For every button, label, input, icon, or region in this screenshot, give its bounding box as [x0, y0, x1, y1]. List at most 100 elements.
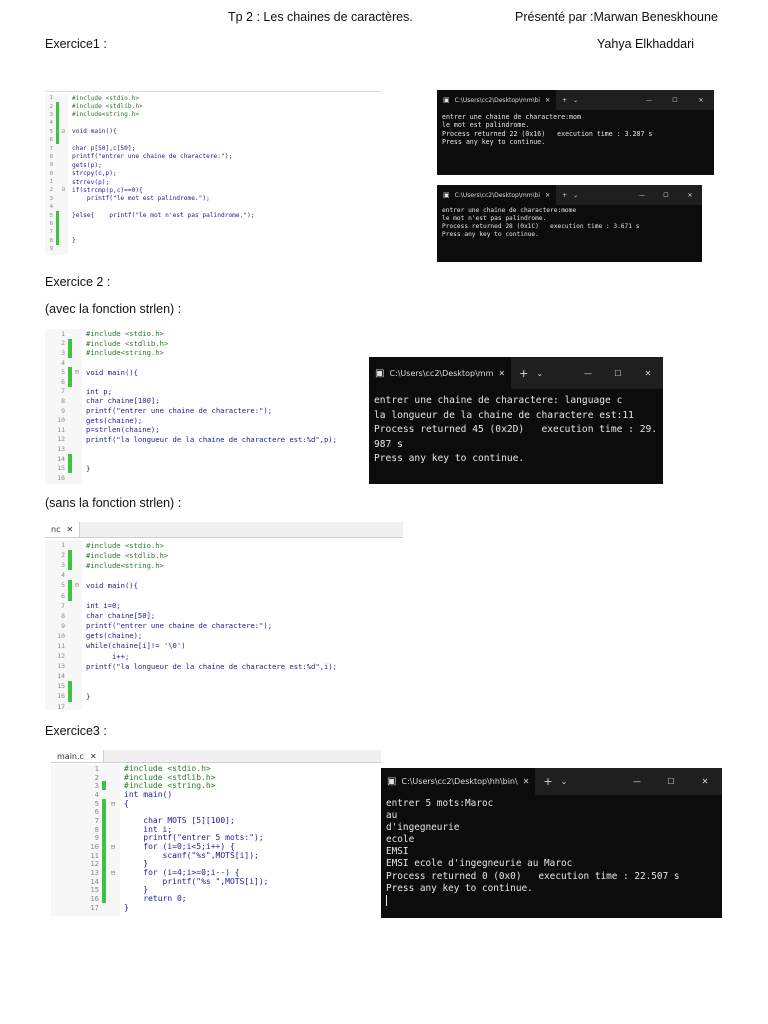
code-line[interactable]: 3 #include <string.h>: [51, 781, 381, 790]
code-line[interactable]: 9 printf("entrer une chaine de charactere…: [45, 621, 403, 631]
fold-toggle-icon[interactable]: ⊟: [106, 799, 120, 808]
minimize-icon[interactable]: —: [630, 192, 654, 199]
code-line[interactable]: 3 #include<string.h>: [45, 110, 381, 120]
code-line[interactable]: 12 }: [51, 859, 381, 868]
code-line[interactable]: 1 #include <stdio.h>: [45, 329, 375, 339]
close-icon[interactable]: ✕: [90, 752, 97, 761]
fold-toggle-icon[interactable]: ⊟: [59, 129, 68, 135]
code-line[interactable]: 7 int i=0;: [45, 601, 403, 611]
fold-toggle-icon[interactable]: ⊟: [59, 187, 68, 193]
code-line[interactable]: 7 char p[50],c[50];: [45, 144, 381, 152]
code-line[interactable]: 3 #include<string.h>: [45, 560, 403, 571]
fold-toggle-icon[interactable]: ⊟: [106, 868, 120, 877]
maximize-icon[interactable]: ☐: [654, 777, 688, 786]
code-line[interactable]: 15}: [45, 463, 375, 473]
code-line[interactable]: 2 #include <stdlib.h>: [45, 550, 403, 561]
new-tab-icon[interactable]: +: [519, 367, 528, 380]
code-line[interactable]: 6: [51, 807, 381, 816]
code-line[interactable]: 4: [45, 119, 381, 128]
terminal-tab[interactable]: ▣ C:\Users\cc2\Desktop\mm\bi ✕: [437, 90, 557, 110]
close-window-icon[interactable]: ✕: [633, 369, 663, 378]
code-line[interactable]: 12 i++;: [45, 651, 403, 661]
code-line[interactable]: 14: [45, 671, 403, 681]
code-line[interactable]: 3 #include<string.h>: [45, 348, 375, 358]
code-line[interactable]: 1 #include <stdio.h>: [45, 540, 403, 550]
code-line[interactable]: 9 printf("entrer 5 mots:");: [51, 833, 381, 842]
code-line[interactable]: 1 strrev(p);: [45, 178, 381, 186]
code-line[interactable]: 7 char MOTS [5][100];: [51, 816, 381, 825]
editor-tab[interactable]: main.c ✕: [51, 750, 104, 762]
terminal-tab[interactable]: ▣ C:\Users\cc2\Desktop\mm ✕: [369, 357, 512, 389]
code-line[interactable]: 7: [45, 228, 381, 237]
new-tab-icon[interactable]: +: [562, 97, 567, 104]
close-icon[interactable]: ✕: [523, 777, 530, 786]
chevron-down-icon[interactable]: ⌄: [573, 192, 578, 199]
code-line[interactable]: 4 int main(): [51, 790, 381, 799]
code-line[interactable]: 5 ⊟ void main(){: [45, 580, 403, 591]
code-line[interactable]: 4: [45, 358, 375, 368]
code-line[interactable]: 9: [45, 245, 381, 253]
minimize-icon[interactable]: —: [573, 369, 603, 378]
code-line[interactable]: 6: [45, 376, 375, 387]
fold-toggle-icon[interactable]: ⊟: [72, 581, 82, 589]
maximize-icon[interactable]: ☐: [603, 369, 633, 378]
code-line[interactable]: 3 printf("le mot est palindrome.");: [45, 195, 381, 203]
code-line[interactable]: 17: [45, 702, 403, 710]
code-line[interactable]: 8 char chaine[50];: [45, 611, 403, 621]
code-line[interactable]: 16}: [45, 691, 403, 702]
code-line[interactable]: 4: [45, 570, 403, 580]
close-icon[interactable]: ✕: [498, 369, 505, 378]
code-line[interactable]: 2 ⊟ if(strcmp(p,c)==0){: [45, 186, 381, 194]
code-line[interactable]: 16: [45, 473, 375, 483]
code-line[interactable]: 8}: [45, 236, 381, 246]
code-line[interactable]: 5 ⊟ void main(){: [45, 367, 375, 377]
minimize-icon[interactable]: —: [620, 777, 654, 786]
code-line[interactable]: 11 while(chaine[i]!= '\0'): [45, 641, 403, 651]
code-line[interactable]: 15: [45, 681, 403, 692]
terminal-tab[interactable]: ▣ C:\Users\cc2\Desktop\hh\bin\ ✕: [381, 768, 536, 795]
terminal-tab[interactable]: ▣ C:\Users\cc2\Desktop\mm\bi ✕: [437, 185, 557, 205]
code-line[interactable]: 5 ⊟ {: [51, 799, 381, 808]
code-line[interactable]: 4: [45, 203, 381, 211]
close-icon[interactable]: ✕: [545, 97, 550, 104]
code-line[interactable]: 7 int p;: [45, 387, 375, 397]
code-line[interactable]: 1 #include <stdio.h>: [45, 94, 381, 102]
code-line[interactable]: 6: [45, 135, 381, 145]
code-line[interactable]: 14 printf("%s ",MOTS[i]);: [51, 877, 381, 886]
code-line[interactable]: 8 int i;: [51, 825, 381, 834]
code-line[interactable]: 2 #include <stdlib.h>: [51, 773, 381, 782]
chevron-down-icon[interactable]: ⌄: [561, 777, 568, 786]
close-icon[interactable]: ✕: [66, 525, 73, 534]
code-line[interactable]: 16 return 0;: [51, 894, 381, 903]
code-line[interactable]: 8 char chaine[100];: [45, 396, 375, 406]
maximize-icon[interactable]: ☐: [662, 97, 688, 104]
new-tab-icon[interactable]: +: [562, 192, 567, 199]
fold-toggle-icon[interactable]: ⊟: [106, 842, 120, 851]
chevron-down-icon[interactable]: ⌄: [536, 369, 543, 378]
code-line[interactable]: 13 ⊟ for (i=4;i>=0;i--) {: [51, 868, 381, 877]
code-line[interactable]: 11 scanf("%s",MOTS[i]);: [51, 851, 381, 860]
code-line[interactable]: 9 gets(p);: [45, 161, 381, 169]
close-window-icon[interactable]: ✕: [688, 777, 722, 786]
chevron-down-icon[interactable]: ⌄: [573, 97, 578, 104]
code-line[interactable]: 8 printf("entrer une chaine de charactere…: [45, 153, 381, 161]
code-line[interactable]: 13: [45, 444, 375, 454]
close-icon[interactable]: ✕: [545, 192, 550, 199]
code-line[interactable]: 10 gets(chaine);: [45, 415, 375, 425]
code-line[interactable]: 0 strcpy(c,p);: [45, 170, 381, 178]
new-tab-icon[interactable]: +: [543, 775, 552, 788]
code-line[interactable]: 5}else{ printf("le mot n'est pas palindr…: [45, 211, 381, 220]
code-line[interactable]: 10 ⊟ for (i=0;i<5;i++) {: [51, 842, 381, 851]
code-line[interactable]: 9 printf("entrer une chaine de charactere…: [45, 406, 375, 416]
code-line[interactable]: 6: [45, 219, 381, 229]
code-line[interactable]: 10 gets(chaine);: [45, 631, 403, 641]
close-window-icon[interactable]: ✕: [678, 192, 702, 199]
minimize-icon[interactable]: —: [636, 97, 662, 104]
code-line[interactable]: 1 #include <stdio.h>: [51, 764, 381, 773]
code-line[interactable]: 5 ⊟ void main(){: [45, 127, 381, 136]
code-line[interactable]: 11 p=strlen(chaine);: [45, 425, 375, 435]
code-line[interactable]: 14: [45, 453, 375, 464]
code-line[interactable]: 12 printf("la longueur de la chaine de ch…: [45, 435, 375, 445]
code-line[interactable]: 2 #include <stdlib.h>: [45, 102, 381, 111]
editor-tab[interactable]: nc ✕: [45, 522, 81, 537]
